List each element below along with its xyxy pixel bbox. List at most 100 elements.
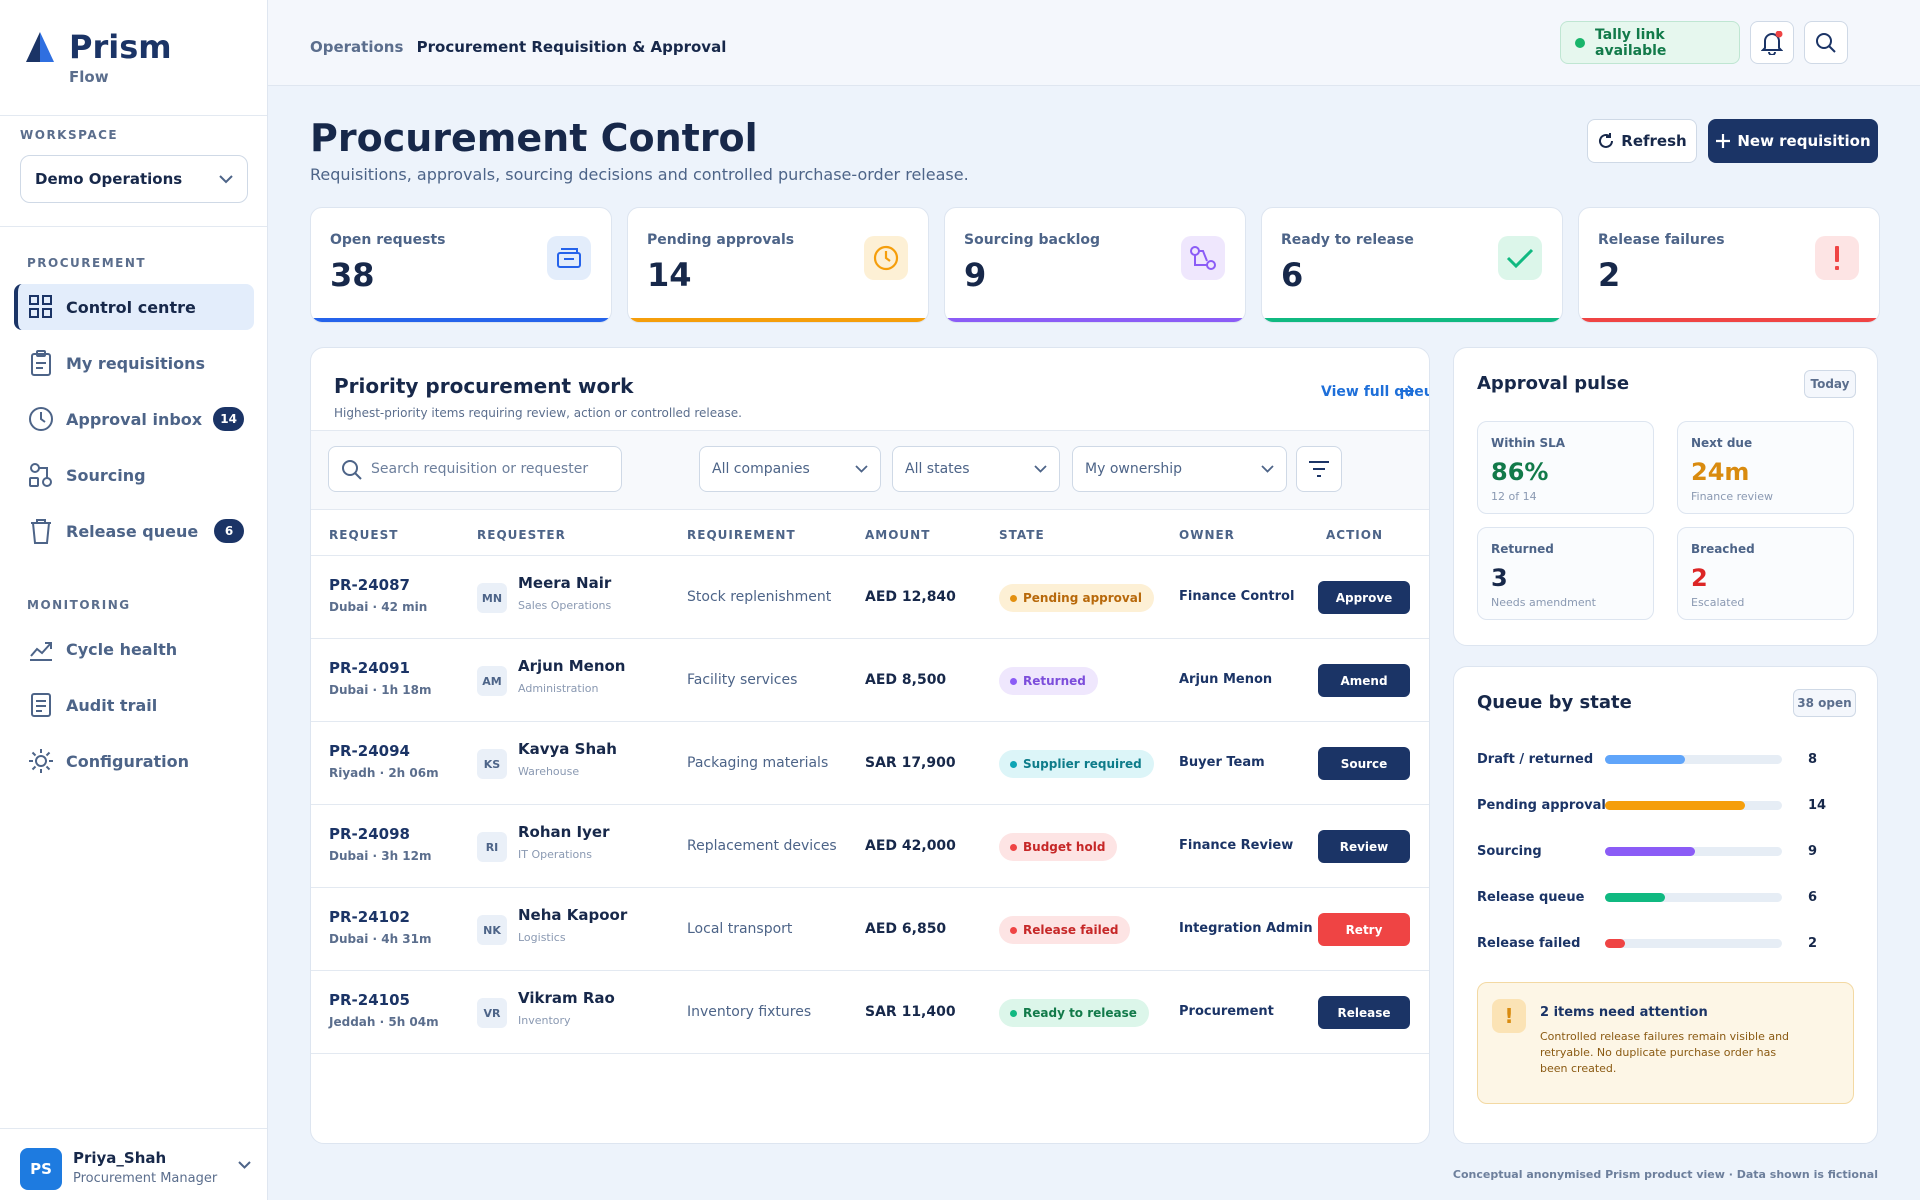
requester-department: Sales Operations xyxy=(518,599,612,612)
queue-row[interactable]: Draft / returned 8 xyxy=(1477,750,1837,770)
progress-track xyxy=(1605,801,1782,810)
bell-icon xyxy=(1761,30,1783,55)
queue-row[interactable]: Pending approval 14 xyxy=(1477,796,1837,816)
approve-button[interactable]: Approve xyxy=(1318,581,1410,614)
request-id[interactable]: PR-24098 xyxy=(329,825,410,843)
pulse-tile-breached: Breached 2 Escalated xyxy=(1677,527,1854,620)
request-id[interactable]: PR-24087 xyxy=(329,576,410,594)
chevron-down-icon xyxy=(219,174,233,183)
work-subtitle: Highest-priority items requiring review,… xyxy=(334,406,742,420)
search-button[interactable] xyxy=(1804,21,1848,64)
table-row[interactable]: PR-24094 Riyadh · 2h 06m KS Kavya Shah W… xyxy=(311,722,1429,805)
notifications-button[interactable] xyxy=(1750,21,1794,64)
status-badge: Pending approval xyxy=(999,584,1154,612)
inbox-icon xyxy=(547,236,591,280)
status-label: Supplier required xyxy=(1023,757,1142,771)
kpi-release-failures[interactable]: Release failures 2 xyxy=(1578,207,1880,323)
workspace-select[interactable]: Demo Operations xyxy=(20,155,248,203)
sidebar-item-cycle-health[interactable]: Cycle health xyxy=(14,626,254,672)
request-id[interactable]: PR-24102 xyxy=(329,908,410,926)
kpi-ready-to-release[interactable]: Ready to release 6 xyxy=(1261,207,1563,323)
progress-track xyxy=(1605,847,1782,856)
column-header-requester[interactable]: REQUESTER xyxy=(477,528,566,542)
kpi-sourcing-backlog[interactable]: Sourcing backlog 9 xyxy=(944,207,1246,323)
table-row[interactable]: PR-24105 Jeddah · 5h 04m VR Vikram Rao I… xyxy=(311,971,1429,1054)
amend-button[interactable]: Amend xyxy=(1318,664,1410,697)
period-chip[interactable]: Today xyxy=(1804,370,1856,398)
state-filter-select[interactable]: All states xyxy=(892,446,1060,492)
breadcrumb-section[interactable]: Operations xyxy=(310,38,403,56)
retry-button[interactable]: Retry xyxy=(1318,913,1410,946)
ownership-filter-select[interactable]: My ownership xyxy=(1072,446,1287,492)
sidebar-item-label: Sourcing xyxy=(66,465,146,485)
sidebar-item-configuration[interactable]: Configuration xyxy=(14,738,254,784)
column-header-request[interactable]: REQUEST xyxy=(329,528,398,542)
view-full-queue-link[interactable]: View full queue xyxy=(1321,384,1429,400)
queue-row[interactable]: Release queue 6 xyxy=(1477,888,1837,908)
queue-title: Queue by state xyxy=(1477,692,1632,713)
sidebar-item-my-requisitions[interactable]: My requisitions xyxy=(14,340,254,386)
approval-pulse-panel: Approval pulse Today Within SLA 86% 12 o… xyxy=(1453,347,1878,646)
table-row[interactable]: PR-24098 Dubai · 3h 12m RI Rohan Iyer IT… xyxy=(311,805,1429,888)
search-input[interactable]: Search requisition or requester xyxy=(328,446,622,492)
progress-fill xyxy=(1605,847,1695,856)
sourcing-icon xyxy=(1181,236,1225,280)
source-button[interactable]: Source xyxy=(1318,747,1410,780)
monitoring-section-label: MONITORING xyxy=(27,598,131,612)
kpi-pending-approvals[interactable]: Pending approvals 14 xyxy=(627,207,929,323)
sidebar-item-release-queue[interactable]: Release queue 6 xyxy=(14,508,254,554)
state-filter-value: All states xyxy=(905,461,970,477)
request-location-age: Dubai · 42 min xyxy=(329,600,428,614)
kpi-open-requests[interactable]: Open requests 38 xyxy=(310,207,612,323)
request-id[interactable]: PR-24094 xyxy=(329,742,410,760)
sidebar-item-audit-trail[interactable]: Audit trail xyxy=(14,682,254,728)
filter-bar: Search requisition or requester All comp… xyxy=(311,430,1429,510)
open-count-chip: 38 open xyxy=(1793,689,1856,717)
status-dot xyxy=(1010,595,1017,602)
status-badge: Returned xyxy=(999,667,1098,695)
owner: Arjun Menon xyxy=(1179,672,1273,687)
kpi-value: 9 xyxy=(964,256,987,294)
sidebar-item-sourcing[interactable]: Sourcing xyxy=(14,452,254,498)
table-row[interactable]: PR-24091 Dubai · 1h 18m AM Arjun Menon A… xyxy=(311,639,1429,722)
user-profile[interactable]: PS Priya_Shah Procurement Manager xyxy=(0,1128,267,1200)
amount: AED 42,000 xyxy=(865,838,956,854)
column-header-amount[interactable]: AMOUNT xyxy=(865,528,930,542)
requester-avatar: KS xyxy=(477,749,507,779)
table-row[interactable]: PR-24102 Dubai · 4h 31m NK Neha Kapoor L… xyxy=(311,888,1429,971)
column-header-state[interactable]: STATE xyxy=(999,528,1045,542)
request-id[interactable]: PR-24105 xyxy=(329,991,410,1009)
sidebar-item-control-centre[interactable]: Control centre xyxy=(14,284,254,330)
progress-fill xyxy=(1605,801,1745,810)
arrow-right-icon xyxy=(1400,385,1415,397)
sidebar-item-label: My requisitions xyxy=(66,353,206,373)
queue-row[interactable]: Sourcing 9 xyxy=(1477,842,1837,862)
column-header-requirement[interactable]: REQUIREMENT xyxy=(687,528,796,542)
company-filter-select[interactable]: All companies xyxy=(699,446,881,492)
column-header-owner[interactable]: OWNER xyxy=(1179,528,1235,542)
table-row[interactable]: PR-24087 Dubai · 42 min MN Meera Nair Sa… xyxy=(311,556,1429,639)
requester-avatar: RI xyxy=(477,832,507,862)
requester-name: Arjun Menon xyxy=(518,657,626,675)
queue-row[interactable]: Release failed 2 xyxy=(1477,934,1837,954)
new-requisition-button[interactable]: New requisition xyxy=(1708,119,1878,163)
review-button[interactable]: Review xyxy=(1318,830,1410,863)
release-button[interactable]: Release xyxy=(1318,996,1410,1029)
status-badge: Ready to release xyxy=(999,999,1149,1027)
sidebar-item-label: Approval inbox xyxy=(66,409,203,429)
workspace-value: Demo Operations xyxy=(35,170,183,188)
ownership-filter-value: My ownership xyxy=(1085,461,1183,477)
advanced-filter-button[interactable] xyxy=(1296,446,1342,492)
request-id[interactable]: PR-24091 xyxy=(329,659,410,677)
breadcrumb-page: Procurement Requisition & Approval xyxy=(416,38,727,56)
status-label: Returned xyxy=(1023,674,1086,688)
refresh-button[interactable]: Refresh xyxy=(1587,119,1697,163)
queue-row-label: Release queue xyxy=(1477,890,1585,905)
sidebar-item-label: Release queue xyxy=(66,521,199,541)
divider xyxy=(0,115,267,116)
request-location-age: Dubai · 4h 31m xyxy=(329,932,432,946)
priority-work-panel: Priority procurement work Highest-priori… xyxy=(310,347,1430,1144)
queue-row-label: Draft / returned xyxy=(1477,752,1594,767)
queue-by-state-panel: Queue by state 38 open Draft / returned … xyxy=(1453,666,1878,1144)
sidebar-item-approval-inbox[interactable]: Approval inbox 14 xyxy=(14,396,254,442)
